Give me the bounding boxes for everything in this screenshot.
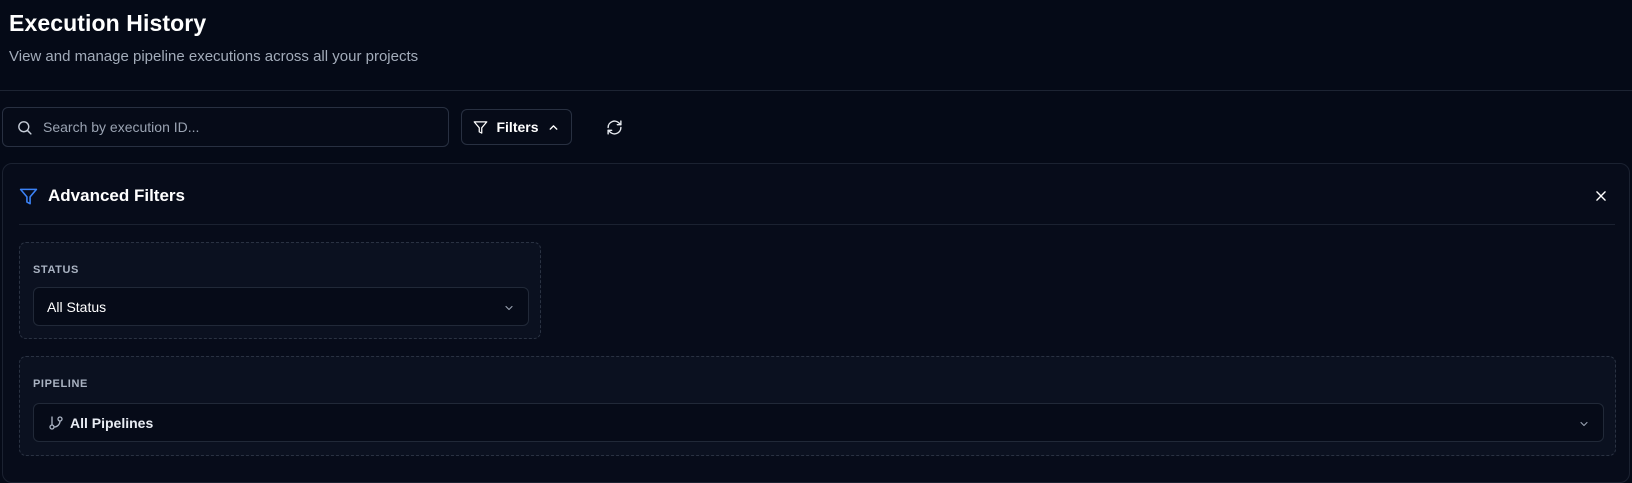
filters-button-label: Filters	[496, 119, 539, 135]
advanced-filters-header: Advanced Filters	[19, 184, 185, 208]
filter-icon	[19, 188, 38, 204]
status-filter-label: STATUS	[33, 264, 79, 276]
chevron-down-icon	[505, 305, 513, 311]
panel-divider	[19, 224, 1615, 225]
git-branch-icon	[49, 416, 63, 430]
search-icon	[18, 121, 32, 135]
chevron-up-icon	[549, 124, 557, 130]
toolbar: Filters	[0, 107, 1632, 147]
header-divider	[0, 90, 1632, 91]
filter-icon	[474, 120, 488, 134]
pipeline-filter-label: PIPELINE	[33, 378, 88, 390]
chevron-down-icon	[1580, 421, 1588, 427]
close-icon[interactable]	[1594, 189, 1608, 203]
advanced-filters-panel: Advanced Filters STATUS All Status PIPEL…	[2, 163, 1630, 483]
pipeline-filter-card: PIPELINE All Pipelines	[19, 356, 1616, 456]
page-subtitle: View and manage pipeline executions acro…	[9, 48, 419, 65]
advanced-filters-title: Advanced Filters	[48, 186, 185, 205]
page-header: Execution History View and manage pipeli…	[9, 8, 418, 67]
refresh-icon	[606, 119, 622, 135]
search-box[interactable]	[2, 107, 449, 147]
status-select-value: All Status	[47, 298, 107, 315]
status-filter-card: STATUS All Status	[19, 242, 541, 339]
page-title: Execution History	[9, 10, 207, 36]
pipeline-select[interactable]: All Pipelines	[33, 403, 1604, 442]
status-select[interactable]: All Status	[33, 287, 529, 326]
refresh-button[interactable]	[600, 113, 628, 141]
pipeline-select-value: All Pipelines	[70, 414, 154, 431]
search-input[interactable]	[43, 108, 438, 146]
filters-button[interactable]: Filters	[461, 109, 572, 145]
